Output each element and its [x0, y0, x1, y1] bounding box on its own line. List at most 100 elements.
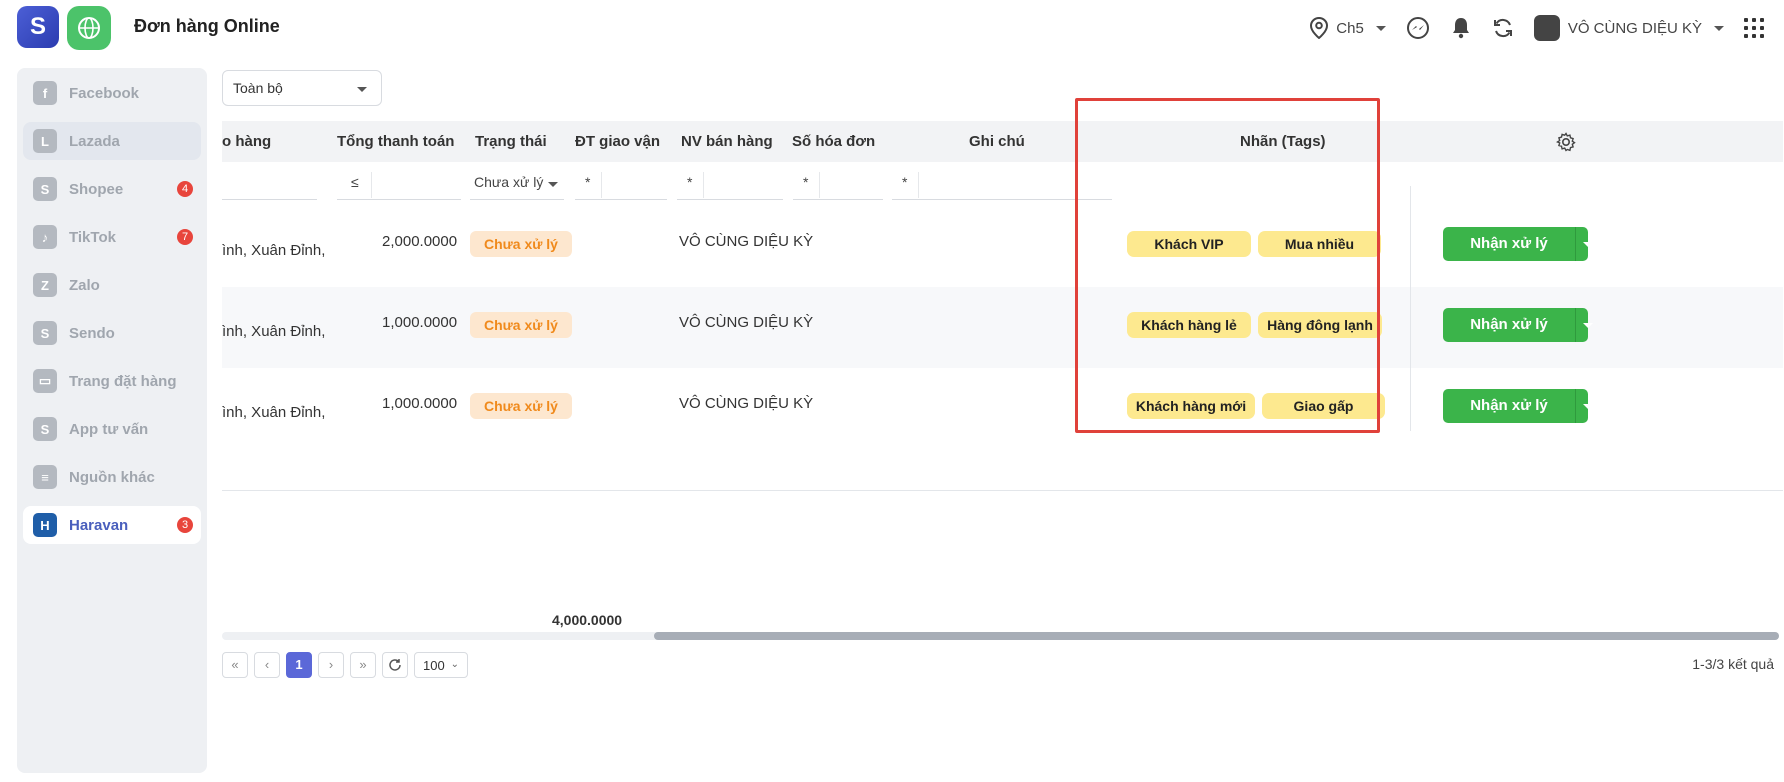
chevron-down-icon[interactable] [1583, 323, 1593, 328]
filter-row: ≤ Chưa xử lý * * * * [222, 162, 1783, 206]
seller-cell: VÔ CÙNG DIỆU KỲ [679, 395, 814, 412]
table-row[interactable]: ình, Xuân Đỉnh, 2,000.0000 Chưa xử lý VÔ… [222, 206, 1783, 287]
status-filter-value: Chưa xử lý [474, 174, 544, 190]
invoice-filter-value: * [803, 174, 809, 190]
address-cell: ình, Xuân Đỉnh, [222, 242, 326, 259]
first-page-button[interactable]: « [222, 652, 248, 678]
status-filter[interactable]: Chưa xử lý [470, 168, 564, 200]
sidebar-item-label: Lazada [69, 132, 120, 150]
table-row[interactable]: ình, Xuân Đỉnh, 1,000.0000 Chưa xử lý VÔ… [222, 368, 1783, 449]
last-page-button[interactable]: » [350, 652, 376, 678]
app-icon: S [33, 417, 57, 441]
total-filter[interactable]: ≤ [337, 168, 461, 200]
note-filter-value: * [902, 174, 908, 190]
chevron-down-icon [1375, 25, 1386, 31]
col-header-note[interactable]: Ghi chú [969, 133, 1025, 150]
location-selector[interactable]: Ch5 [1310, 17, 1386, 39]
top-bar: S Đơn hàng Online Ch5 VÔ CÙNG DIỆU KỲ [0, 0, 1784, 56]
result-count: 1-3/3 kết quả [1692, 656, 1774, 672]
lazada-icon: L [33, 129, 57, 153]
page-size-value: 100 [423, 658, 445, 673]
col-header-total[interactable]: Tổng thanh toán [337, 133, 454, 150]
sidebar-item-tiktok[interactable]: ♪ TikTok 7 [23, 218, 201, 256]
seller-cell: VÔ CÙNG DIỆU KỲ [679, 314, 814, 331]
sidebar-item-order-page[interactable]: ▭ Trang đặt hàng [23, 362, 201, 400]
sidebar-item-label: App tư vấn [69, 420, 149, 438]
seller-cell: VÔ CÙNG DIỆU KỲ [679, 233, 814, 250]
location-label: Ch5 [1336, 19, 1364, 37]
sidebar: f Facebook L Lazada S Shopee 4 ♪ TikTok … [17, 68, 207, 773]
col-header-status[interactable]: Trạng thái [475, 133, 547, 150]
document-icon: ≡ [33, 465, 57, 489]
total-cell: 2,000.0000 [382, 233, 458, 250]
col-header-address[interactable]: o hàng [222, 133, 271, 150]
sidebar-item-shopee[interactable]: S Shopee 4 [23, 170, 201, 208]
shipping-filter[interactable]: * [575, 168, 667, 200]
sidebar-item-lazada[interactable]: L Lazada [23, 122, 201, 160]
seller-filter-value: * [687, 174, 693, 190]
invoice-filter[interactable]: * [793, 168, 883, 200]
next-page-button[interactable]: › [318, 652, 344, 678]
sum-total: 4,000.0000 [552, 612, 623, 628]
tags-highlight-box [1075, 98, 1380, 433]
page-title: Đơn hàng Online [134, 16, 280, 36]
scrollbar-thumb[interactable] [654, 632, 1779, 640]
user-menu[interactable]: VÔ CÙNG DIỆU KỲ [1533, 15, 1724, 41]
horizontal-scrollbar[interactable] [222, 632, 1779, 640]
chevron-down-icon[interactable] [1583, 242, 1593, 247]
process-button[interactable]: Nhận xử lý [1443, 389, 1593, 423]
main-content: Toàn bộ o hàng Tổng thanh toán Trạng thá… [207, 56, 1784, 782]
sidebar-item-sendo[interactable]: S Sendo [23, 314, 201, 352]
apps-grid-icon[interactable] [1744, 18, 1764, 38]
col-header-shipping[interactable]: ĐT giao vận [575, 133, 660, 150]
sidebar-item-haravan[interactable]: H Haravan 3 [23, 506, 201, 544]
globe-icon[interactable] [67, 6, 111, 50]
total-cell: 1,000.0000 [382, 395, 458, 412]
sendo-icon: S [33, 321, 57, 345]
process-button-label: Nhận xử lý [1470, 235, 1548, 252]
cart-icon: ▭ [33, 369, 57, 393]
shipping-filter-value: * [585, 174, 591, 190]
settings-gear-icon[interactable] [1556, 132, 1576, 152]
chevron-down-icon[interactable] [1583, 404, 1593, 409]
sidebar-item-zalo[interactable]: Z Zalo [23, 266, 201, 304]
process-button[interactable]: Nhận xử lý [1443, 308, 1593, 342]
app-logo[interactable]: S [17, 6, 59, 48]
scope-value: Toàn bộ [233, 80, 283, 96]
messenger-icon[interactable] [1406, 16, 1430, 40]
table-row[interactable]: ình, Xuân Đỉnh, 1,000.0000 Chưa xử lý VÔ… [222, 287, 1783, 368]
orders-table: o hàng Tổng thanh toán Trạng thái ĐT gia… [222, 121, 1783, 491]
sidebar-item-label: TikTok [69, 228, 116, 246]
scope-select[interactable]: Toàn bộ [222, 70, 382, 106]
sidebar-item-label: Shopee [69, 180, 124, 198]
facebook-icon: f [33, 81, 57, 105]
sidebar-item-other-source[interactable]: ≡ Nguồn khác [23, 458, 201, 496]
column-divider [1410, 186, 1411, 431]
col-header-invoice[interactable]: Số hóa đơn [792, 133, 875, 150]
sidebar-item-label: Facebook [69, 84, 140, 102]
col-header-seller[interactable]: NV bán hàng [681, 133, 773, 150]
status-badge: Chưa xử lý [470, 393, 572, 419]
sidebar-item-consult-app[interactable]: S App tư vấn [23, 410, 201, 448]
process-button[interactable]: Nhận xử lý [1443, 227, 1593, 261]
chevron-down-icon [548, 182, 558, 187]
refresh-icon[interactable] [1492, 17, 1514, 39]
sidebar-item-label: Trang đặt hàng [69, 372, 177, 390]
table-header: o hàng Tổng thanh toán Trạng thái ĐT gia… [222, 121, 1783, 162]
bell-icon[interactable] [1450, 16, 1472, 40]
total-cell: 1,000.0000 [382, 314, 458, 331]
avatar [1533, 15, 1560, 41]
current-page-button[interactable]: 1 [286, 652, 312, 678]
reload-icon[interactable] [382, 652, 408, 678]
seller-filter[interactable]: * [677, 168, 783, 200]
sidebar-item-facebook[interactable]: f Facebook [23, 74, 201, 112]
address-filter[interactable] [222, 168, 317, 200]
count-badge: 7 [177, 229, 193, 245]
user-name: VÔ CÙNG DIỆU KỲ [1567, 19, 1702, 37]
prev-page-button[interactable]: ‹ [254, 652, 280, 678]
tiktok-icon: ♪ [33, 225, 57, 249]
total-operator: ≤ [351, 174, 359, 190]
page-size-select[interactable]: 100 ⌄ [414, 652, 468, 678]
process-button-label: Nhận xử lý [1470, 397, 1548, 414]
haravan-icon: H [33, 513, 57, 537]
